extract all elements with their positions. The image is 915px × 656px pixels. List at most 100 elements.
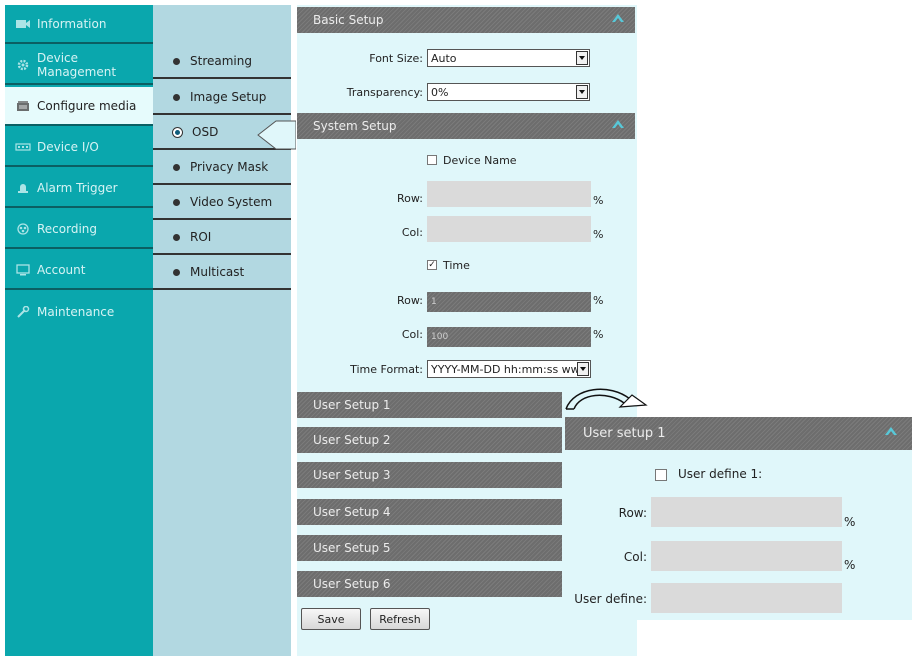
font-size-select[interactable]: Auto <box>427 49 590 67</box>
device-row-input[interactable] <box>427 181 591 207</box>
time-format-select[interactable]: YYYY-MM-DD hh:mm:ss ww <box>427 360 591 378</box>
zoom-user-define-input[interactable] <box>651 583 842 613</box>
recording-icon <box>15 222 31 235</box>
user-setup-6-header[interactable]: User Setup 6 <box>297 571 562 597</box>
bullet-icon <box>173 198 180 206</box>
nav-item-device-management[interactable]: Device Management <box>5 46 153 85</box>
percent-unit: % <box>593 194 604 207</box>
chevron-down-icon <box>577 362 589 376</box>
percent-unit: % <box>593 228 604 241</box>
font-size-value: Auto <box>431 51 457 65</box>
submenu-item-label: Privacy Mask <box>190 160 269 174</box>
nav-item-alarm-trigger[interactable]: Alarm Trigger <box>5 169 153 208</box>
user-setup-4-header[interactable]: User Setup 4 <box>297 499 562 525</box>
collapse-up-icon[interactable] <box>611 13 625 25</box>
percent-unit: % <box>593 328 604 341</box>
nav-item-label: Alarm Trigger <box>37 180 118 195</box>
zoom-col-input[interactable] <box>651 541 842 571</box>
submenu-item-label: Image Setup <box>190 90 267 104</box>
submenu-item-label: OSD <box>192 125 219 139</box>
font-size-label: Font Size: <box>369 52 423 65</box>
account-icon <box>15 263 31 276</box>
section-title: Basic Setup <box>313 13 384 27</box>
transparency-select[interactable]: 0% <box>427 83 590 101</box>
zoom-user-define-label: User define: <box>574 592 647 606</box>
device-col-label: Col: <box>401 226 423 239</box>
nav-item-account[interactable]: Account <box>5 251 153 290</box>
nav-item-label: Recording <box>37 221 98 236</box>
time-row-label: Row: <box>397 294 423 307</box>
chevron-down-icon <box>576 51 588 65</box>
percent-unit: % <box>844 515 856 529</box>
submenu-item-image-setup[interactable]: Image Setup <box>153 81 291 115</box>
nav-item-label: Maintenance <box>37 304 115 319</box>
nav-item-label: Information <box>37 16 107 31</box>
chevron-down-icon <box>576 85 588 99</box>
bullet-icon <box>173 57 180 65</box>
user-define-1-checkbox[interactable] <box>655 469 667 481</box>
time-col-input[interactable]: 100 <box>427 327 591 347</box>
section-title: User Setup 1 <box>313 398 391 412</box>
percent-unit: % <box>593 294 604 307</box>
submenu-item-label: ROI <box>190 230 212 244</box>
section-title: User Setup 4 <box>313 505 391 519</box>
io-icon <box>15 141 31 153</box>
device-row-label: Row: <box>397 192 423 205</box>
device-col-input[interactable] <box>427 216 591 242</box>
time-label: Time <box>443 259 470 272</box>
nav-item-information[interactable]: Information <box>5 5 153 44</box>
wrench-icon <box>15 305 31 318</box>
system-setup-header[interactable]: System Setup <box>297 113 635 139</box>
zoom-callout-arrow-icon <box>565 388 648 410</box>
submenu-item-video-system[interactable]: Video System <box>153 186 291 220</box>
active-pointer-icon <box>257 120 296 150</box>
zoom-header[interactable]: User setup 1 <box>565 417 912 450</box>
nav-item-label: Account <box>37 262 86 277</box>
nav-item-device-io[interactable]: Device I/O <box>5 128 153 167</box>
section-title: User Setup 2 <box>313 433 391 447</box>
user-setup-1-header[interactable]: User Setup 1 <box>297 392 562 418</box>
submenu-item-roi[interactable]: ROI <box>153 221 291 255</box>
device-name-checkbox[interactable] <box>427 155 437 165</box>
gear-icon <box>15 59 31 71</box>
nav-item-recording[interactable]: Recording <box>5 210 153 249</box>
user-setup-3-header[interactable]: User Setup 3 <box>297 462 562 488</box>
media-icon <box>15 100 31 112</box>
save-button[interactable]: Save <box>301 608 361 630</box>
collapse-up-icon[interactable] <box>884 426 898 438</box>
nav-item-label: Device I/O <box>37 139 99 154</box>
time-format-value: YYYY-MM-DD hh:mm:ss ww <box>431 362 580 376</box>
nav-item-maintenance[interactable]: Maintenance <box>5 292 153 331</box>
submenu-item-streaming[interactable]: Streaming <box>153 45 291 79</box>
time-checkbox[interactable]: ✓ <box>427 260 437 270</box>
left-nav: Information Device Management Configure … <box>5 5 153 656</box>
collapse-up-icon[interactable] <box>611 119 625 131</box>
user-setup-5-header[interactable]: User Setup 5 <box>297 535 562 561</box>
alarm-icon <box>15 182 31 194</box>
section-title: User Setup 5 <box>313 541 391 555</box>
zoom-row-label: Row: <box>618 506 647 520</box>
user-define-1-label: User define 1: <box>678 467 763 481</box>
submenu-item-multicast[interactable]: Multicast <box>153 256 291 290</box>
basic-setup-header[interactable]: Basic Setup <box>297 7 635 33</box>
time-row-input[interactable]: 1 <box>427 292 591 312</box>
submenu-item-privacy-mask[interactable]: Privacy Mask <box>153 151 291 185</box>
refresh-button[interactable]: Refresh <box>370 608 430 630</box>
bullet-icon <box>173 268 180 276</box>
nav-item-configure-media[interactable]: Configure media <box>5 87 153 126</box>
zoom-row-input[interactable] <box>651 497 842 527</box>
bullet-icon <box>173 93 180 101</box>
nav-item-label: Configure media <box>37 98 137 113</box>
user-setup-zoom-panel: User setup 1 User define 1: Row: % Col: … <box>565 417 912 620</box>
time-format-label: Time Format: <box>350 363 423 376</box>
section-title: User setup 1 <box>583 426 666 441</box>
section-title: System Setup <box>313 119 397 133</box>
osd-submenu: Streaming Image Setup OSD Privacy Mask V… <box>153 5 291 656</box>
submenu-item-label: Video System <box>190 195 273 209</box>
user-setup-2-header[interactable]: User Setup 2 <box>297 427 562 453</box>
time-col-label: Col: <box>401 328 423 341</box>
transparency-value: 0% <box>431 85 449 99</box>
section-title: User Setup 3 <box>313 468 391 482</box>
submenu-item-label: Multicast <box>190 265 245 279</box>
bullet-icon <box>173 233 180 241</box>
